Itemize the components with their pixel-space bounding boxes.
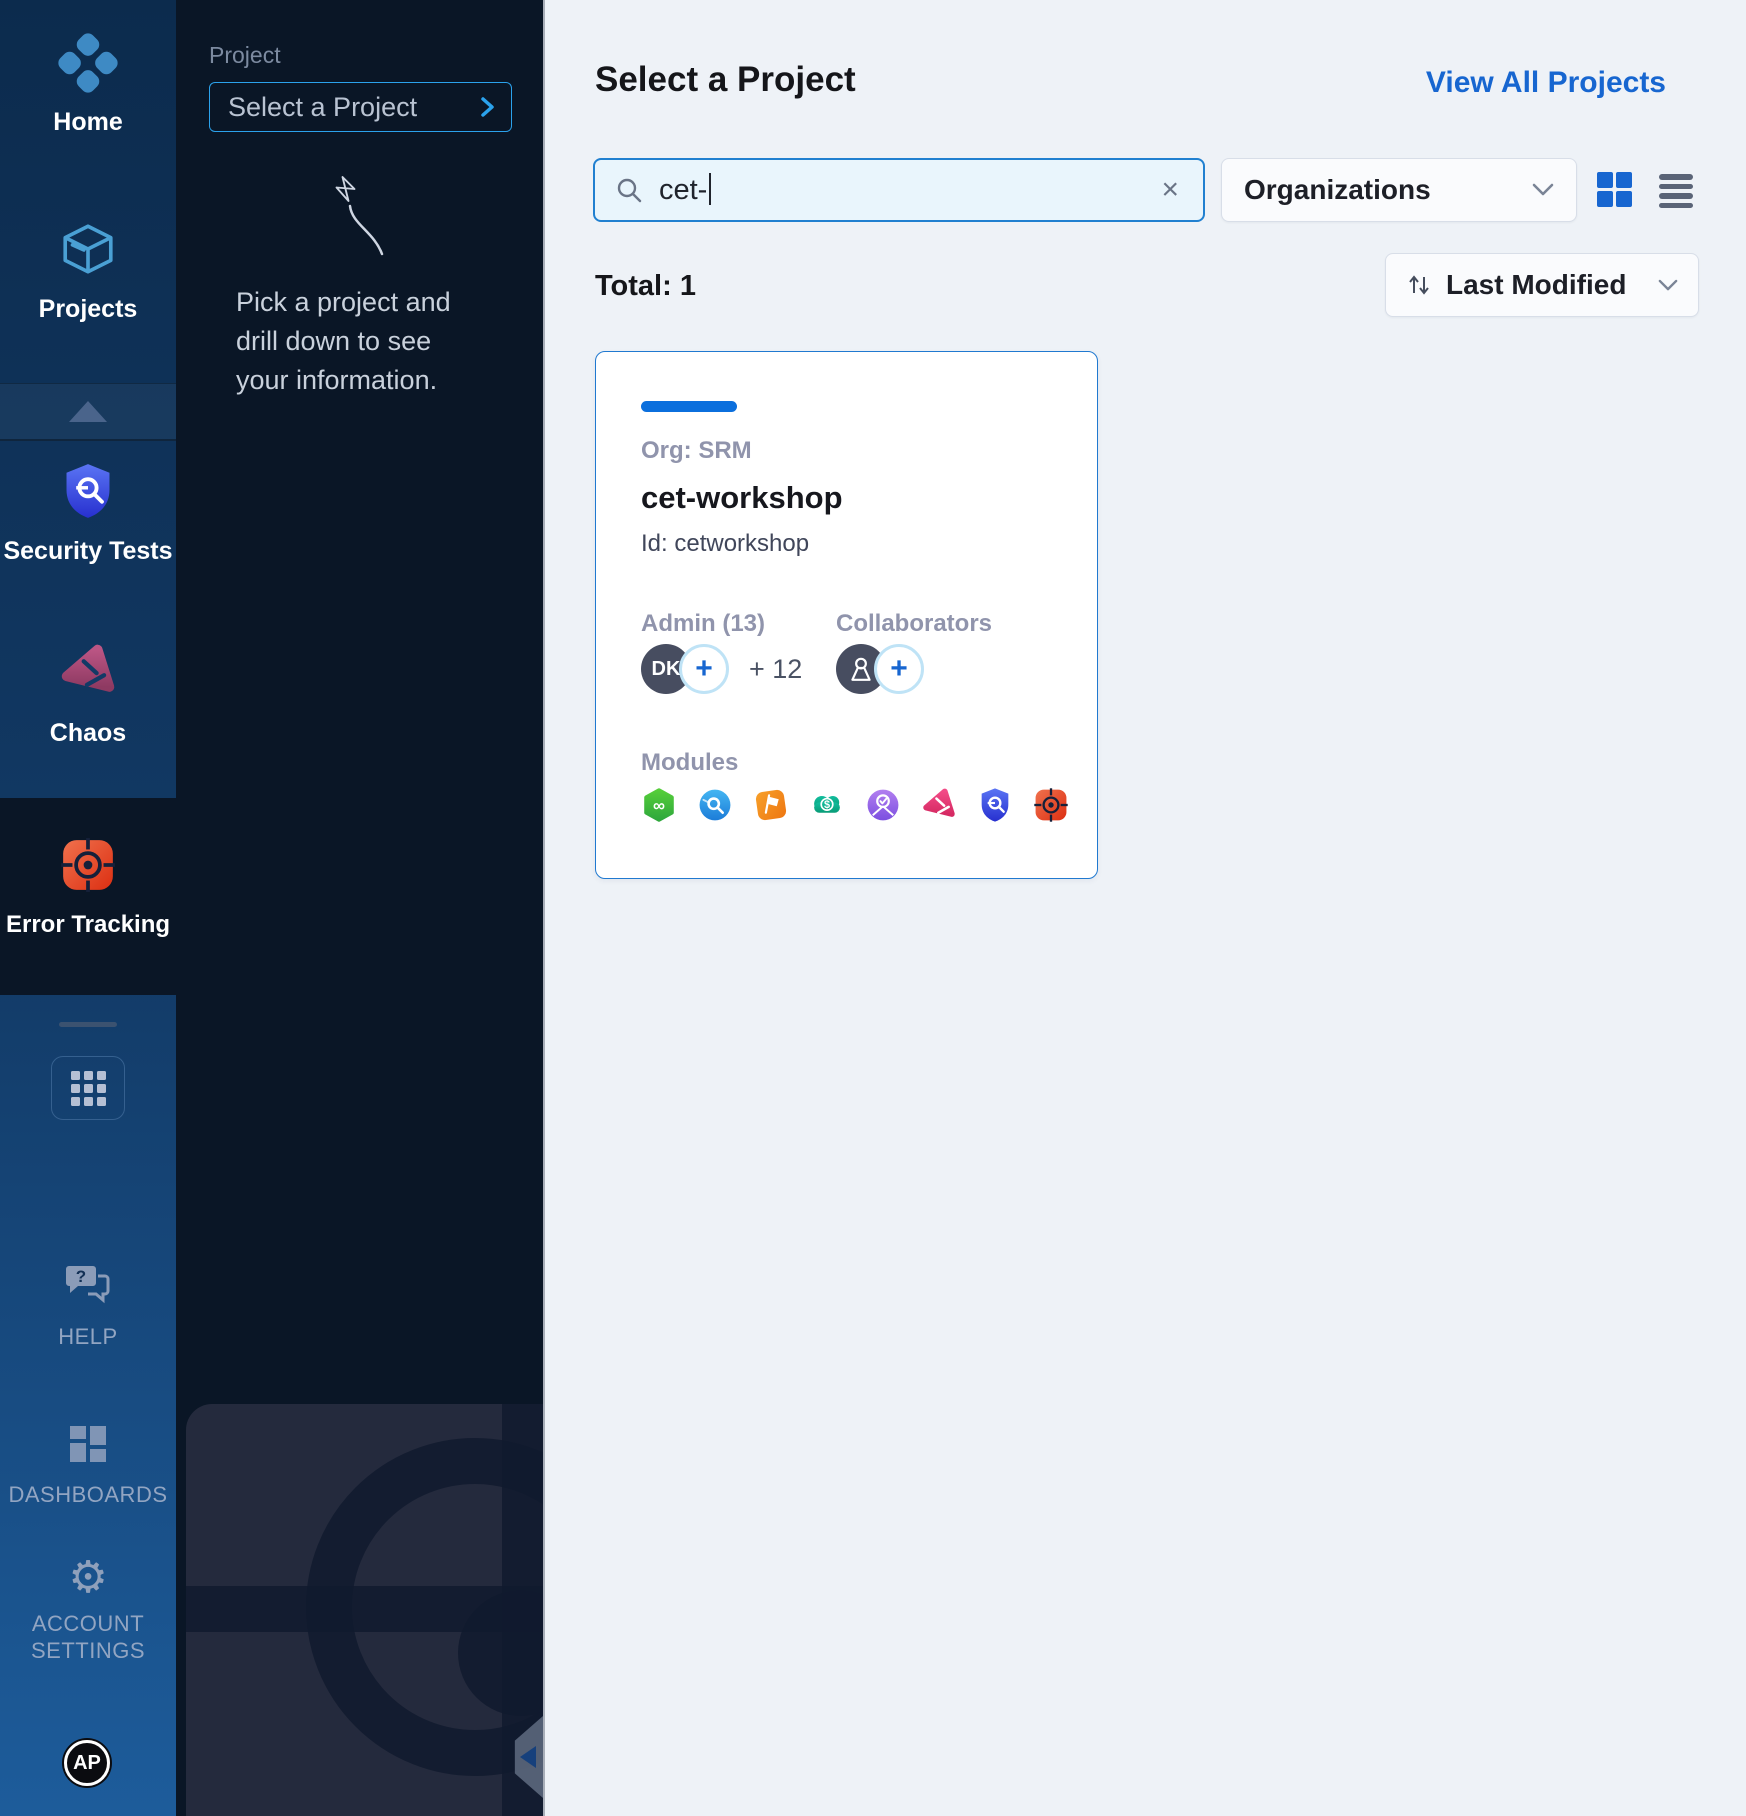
person-icon [848,655,874,683]
main-content: Select a Project View All Projects cet- … [547,0,1746,1816]
chevron-right-icon [479,95,495,119]
sidebar-item-label: DASHBOARDS [8,1481,167,1508]
view-all-projects-link[interactable]: View All Projects [1426,66,1666,100]
admin-avatars: DK + + 12 [641,644,821,696]
sidebar-item-label: ACCOUNT SETTINGS [23,1610,153,1664]
add-collaborator-button[interactable]: + [874,644,924,694]
project-search-input[interactable]: cet- × [593,158,1205,222]
continuous-integration-icon: ∞ [641,787,677,823]
error-tracking-target-icon [59,836,117,899]
sidebar-item-label: Chaos [50,719,126,748]
clear-search-icon[interactable]: × [1157,173,1183,207]
sort-arrows-icon [1406,272,1432,298]
project-color-bar [641,401,737,412]
help-chat-icon: ? [64,1262,112,1311]
sidebar-item-label: Security Tests [3,537,172,566]
admin-overflow-count: + 12 [749,654,802,685]
project-selector[interactable]: Select a Project [209,82,512,132]
scope-filter-value: Organizations [1244,174,1431,206]
sidebar-item-help[interactable]: ? HELP [0,1262,176,1350]
service-discovery-icon [697,787,733,823]
feature-flags-icon [753,787,789,823]
project-hint-text: Pick a project and drill down to see you… [236,283,484,400]
module-footer: CONTINUOUS Error Tracking [186,1404,543,1816]
gear-icon: ⚙ [68,1558,107,1598]
search-icon [615,176,643,204]
add-admin-button[interactable]: + [679,644,729,694]
sidebar-item-security-tests[interactable]: Security Tests [0,462,176,566]
card-org: Org: SRM [641,437,752,465]
sidebar-item-home[interactable]: Home [0,40,176,137]
page-title: Select a Project [595,60,856,100]
project-card-cet-workshop[interactable]: Org: SRM cet-workshop Id: cetworkshop Ad… [595,351,1098,879]
service-reliability-icon [865,787,901,823]
hand-drawn-arrow-illustration [304,162,394,267]
collaborators-label: Collaborators [836,610,992,638]
list-view-toggle[interactable] [1659,174,1693,208]
chevron-left-icon [520,1746,536,1768]
search-value: cet- [659,173,1157,207]
svg-text:∞: ∞ [653,796,665,815]
scope-filter-dropdown[interactable]: Organizations [1221,158,1577,222]
sort-value: Last Modified [1446,269,1658,301]
sidebar-item-label: Home [53,108,122,137]
admin-label: Admin (13) [641,610,765,638]
svg-text:?: ? [76,1267,86,1286]
chaos-icon [58,642,118,707]
cloud-cost-management-icon: $ [809,787,845,823]
project-selector-value: Select a Project [228,92,417,123]
sort-dropdown[interactable]: Last Modified [1385,253,1699,317]
sidebar-item-projects[interactable]: Projects [0,220,176,324]
chaos-engineering-icon [921,787,957,823]
sidebar-item-label: Error Tracking [6,911,170,939]
dashboards-icon [68,1424,108,1469]
sidebar-item-label: HELP [58,1323,117,1350]
sidebar-item-account-settings[interactable]: ⚙ ACCOUNT SETTINGS [0,1558,176,1664]
svg-text:$: $ [824,799,830,811]
sidebar-collapse-toggle[interactable] [0,383,176,441]
collaborator-avatars: + [836,644,956,696]
sidebar-item-label: Projects [39,295,138,324]
security-tests-icon [977,787,1013,823]
card-project-id: Id: cetworkshop [641,530,809,558]
chevron-up-icon [69,401,107,422]
text-cursor [709,173,711,205]
security-tests-shield-icon [62,462,114,525]
modules-icon-row: ∞ [641,787,1069,823]
modules-label: Modules [641,749,738,777]
sidebar-item-error-tracking[interactable]: Error Tracking [0,798,176,995]
projects-cube-icon [59,220,117,283]
error-tracking-icon [1033,787,1069,823]
home-icon [55,30,120,95]
project-section-label: Project [209,42,281,69]
sidebar-item-chaos[interactable]: Chaos [0,642,176,748]
card-project-name: cet-workshop [641,480,843,516]
sidebar-divider [59,1022,117,1027]
chevron-down-icon [1658,279,1678,292]
grid-view-toggle[interactable] [1597,172,1632,207]
chevron-down-icon [1532,183,1554,197]
user-avatar[interactable]: AP [64,1740,110,1786]
grid-icon [71,1071,106,1106]
app-window: Home Projects [0,0,1746,1816]
module-sidebar: Home Projects [0,0,176,1816]
results-total: Total: 1 [595,270,696,303]
project-panel: Project Select a Project Pick a project … [176,0,545,1816]
all-modules-button[interactable] [51,1056,125,1120]
sidebar-item-dashboards[interactable]: DASHBOARDS [0,1424,176,1508]
